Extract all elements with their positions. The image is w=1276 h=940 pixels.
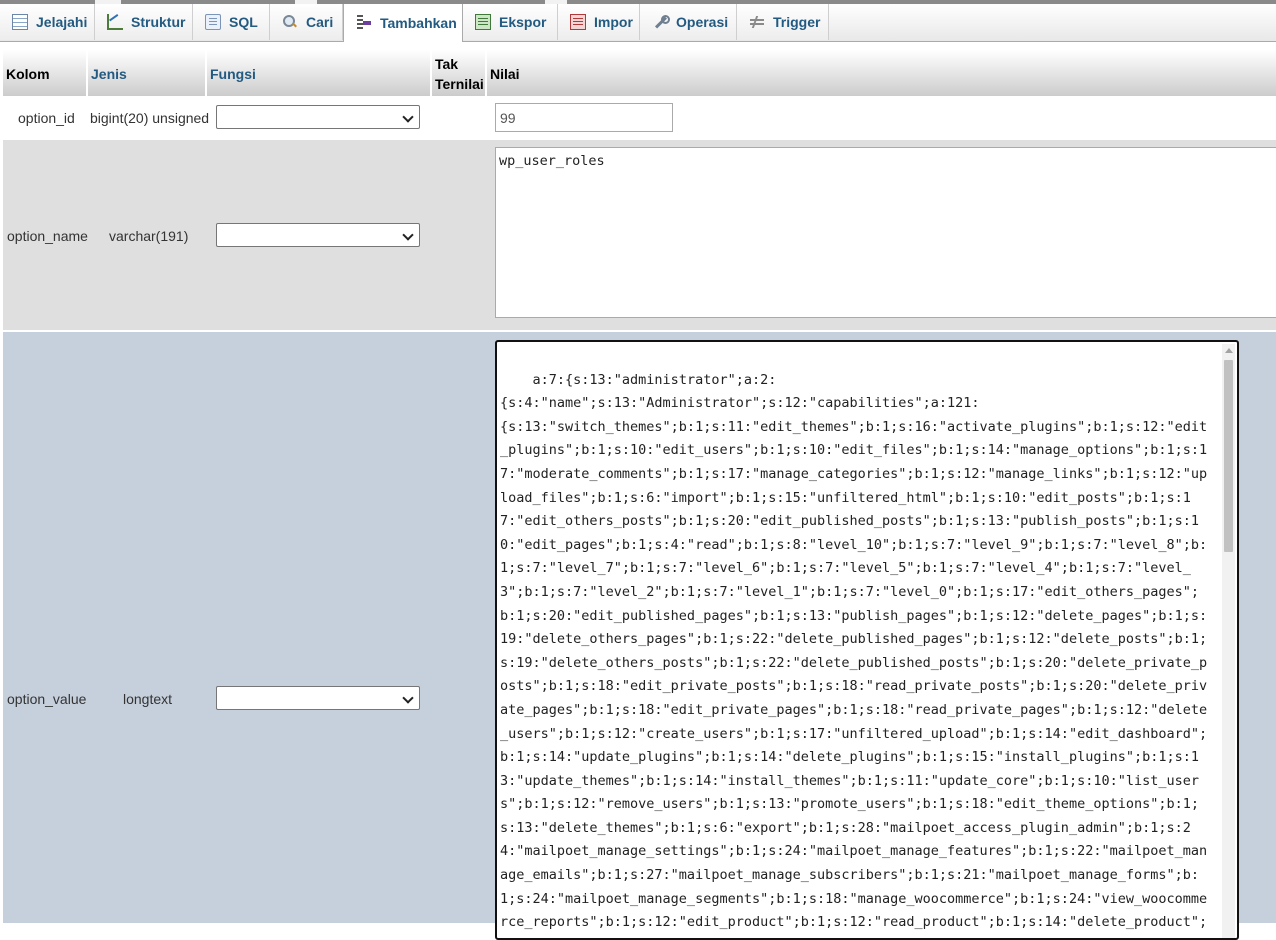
- scrollbar-thumb[interactable]: [1224, 360, 1233, 552]
- header-tak-ternilai-2: Ternilai: [435, 76, 484, 92]
- textarea-scrollbar[interactable]: [1222, 344, 1235, 938]
- tab-bar: Jelajahi Struktur SQL Cari Tambahkan Eks…: [0, 4, 1276, 42]
- table-row: option_name varchar(191) wp_user_roles: [3, 140, 1276, 330]
- structure-icon: [107, 14, 123, 30]
- table-row: option_value longtext a:7:{s:13:"adminis…: [3, 332, 1276, 940]
- tab-tambahkan[interactable]: Tambahkan: [343, 4, 463, 42]
- column-type: bigint(20) unsigned: [90, 110, 210, 126]
- insert-icon: [356, 15, 372, 31]
- export-icon: [475, 14, 491, 30]
- value-textarea-focused[interactable]: a:7:{s:13:"administrator";a:2: {s:4:"nam…: [495, 340, 1239, 940]
- tab-label: Jelajahi: [36, 14, 88, 30]
- tab-impor[interactable]: Impor: [558, 4, 640, 40]
- tab-sql[interactable]: SQL: [193, 4, 270, 40]
- header-nilai: Nilai: [490, 66, 520, 82]
- tab-label: Impor: [594, 14, 633, 30]
- column-name: option_name: [7, 228, 88, 244]
- column-type: varchar(191): [109, 228, 189, 244]
- trigger-icon: [749, 14, 765, 30]
- header-fungsi[interactable]: Fungsi: [210, 66, 256, 82]
- header-jenis[interactable]: Jenis: [91, 66, 127, 82]
- table-row: option_id bigint(20) unsigned 99: [3, 98, 1276, 138]
- tab-struktur[interactable]: Struktur: [95, 4, 193, 40]
- tab-label: Struktur: [131, 14, 186, 30]
- value-input[interactable]: 99: [495, 103, 673, 132]
- tab-jelajahi[interactable]: Jelajahi: [0, 4, 95, 40]
- tab-label: Tambahkan: [380, 15, 457, 31]
- scroll-up-arrow-icon[interactable]: [1225, 348, 1233, 353]
- insert-table-header: Kolom Jenis Fungsi Tak Ternilai Nilai: [3, 50, 1276, 96]
- tab-label: Cari: [306, 14, 334, 30]
- column-name: option_value: [7, 691, 87, 707]
- tab-ekspor[interactable]: Ekspor: [463, 4, 558, 40]
- tab-label: Ekspor: [499, 14, 547, 30]
- tab-trigger[interactable]: Trigger: [737, 4, 829, 40]
- column-name: option_id: [18, 110, 75, 126]
- import-icon: [570, 14, 586, 30]
- search-icon: [282, 14, 298, 30]
- function-select[interactable]: [216, 105, 420, 129]
- chevron-down-icon: [402, 229, 414, 241]
- tab-cari[interactable]: Cari: [270, 4, 343, 40]
- column-type: longtext: [123, 691, 173, 707]
- tab-operasi[interactable]: Operasi: [640, 4, 737, 40]
- function-select[interactable]: [216, 223, 420, 247]
- value-text: a:7:{s:13:"administrator";a:2: {s:4:"nam…: [500, 371, 1208, 938]
- chevron-down-icon: [402, 111, 414, 123]
- tab-label: Operasi: [676, 14, 729, 30]
- header-kolom: Kolom: [6, 66, 50, 82]
- sql-icon: [205, 14, 221, 30]
- table-browse-icon: [12, 14, 28, 30]
- chevron-down-icon: [402, 692, 414, 704]
- header-tak-ternilai-1: Tak: [435, 56, 459, 72]
- tab-label: SQL: [229, 14, 258, 30]
- tab-label: Trigger: [773, 14, 821, 30]
- function-select[interactable]: [216, 686, 420, 710]
- value-textarea[interactable]: wp_user_roles: [495, 147, 1276, 318]
- wrench-icon: [652, 14, 670, 30]
